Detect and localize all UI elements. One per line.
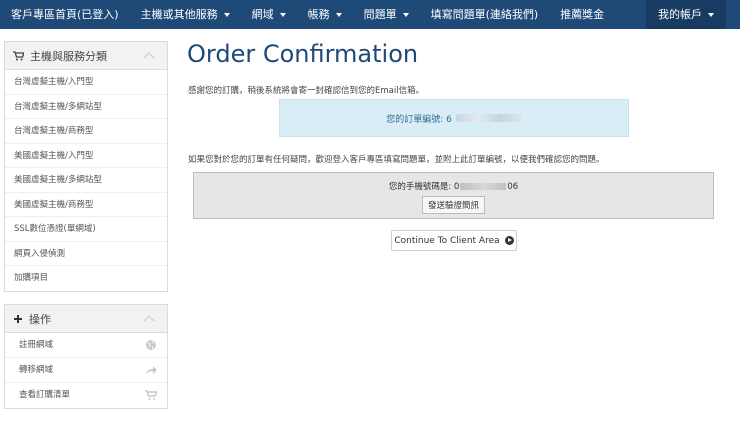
categories-panel-title: 主機與服務分類 bbox=[30, 49, 107, 63]
nav-client-home-label: 客戶專區首頁(已登入) bbox=[11, 8, 119, 21]
plus-icon bbox=[14, 314, 22, 323]
cart-icon bbox=[13, 50, 24, 60]
top-navbar: 客戶專區首頁(已登入) 主機或其他服務 網域 帳務 問題單 填寫問題單(連絡我們… bbox=[0, 0, 740, 29]
order-number-box: 您的訂單編號: 6 bbox=[279, 99, 629, 137]
cart-icon bbox=[145, 390, 157, 400]
nav-client-home[interactable]: 客戶專區首頁(已登入) bbox=[0, 0, 130, 29]
nav-hosting-label: 主機或其他服務 bbox=[140, 8, 218, 21]
sidebar-action-register-domain[interactable]: 註冊網域 bbox=[5, 333, 167, 358]
nav-domains-label: 網域 bbox=[251, 8, 274, 21]
nav-hosting-services[interactable]: 主機或其他服務 bbox=[130, 0, 241, 29]
sidebar-item-tw-basic[interactable]: 台灣虛擬主機/入門型 bbox=[5, 70, 167, 95]
actions-panel-title: 操作 bbox=[29, 312, 51, 326]
nav-domains[interactable]: 網域 bbox=[241, 0, 297, 29]
order-number-label: 您的訂單編號: 6 bbox=[386, 114, 452, 125]
nav-tickets[interactable]: 問題單 bbox=[353, 0, 420, 29]
sidebar-item-us-basic[interactable]: 美國虛擬主機/入門型 bbox=[5, 144, 167, 168]
page-title: Order Confirmation bbox=[187, 40, 419, 68]
caret-down-icon bbox=[708, 13, 714, 17]
register-domain-label: 註冊網域 bbox=[19, 340, 54, 350]
question-message: 如果您對於您的訂單有任何疑問，歡迎登入客戶專區填寫問題單，並附上此訂單編號，以便… bbox=[188, 155, 605, 165]
nav-account-label: 我的帳戶 bbox=[658, 8, 702, 21]
chevron-up-icon[interactable] bbox=[143, 314, 155, 327]
globe-icon bbox=[146, 340, 156, 350]
arrow-circle-right-icon bbox=[504, 236, 514, 245]
sidebar-item-intrusion-detection[interactable]: 網頁入侵偵測 bbox=[5, 242, 167, 266]
caret-down-icon bbox=[279, 13, 286, 17]
share-arrow-icon bbox=[146, 366, 157, 374]
actions-panel-header[interactable]: 操作 bbox=[5, 305, 167, 333]
chevron-up-icon[interactable] bbox=[143, 51, 155, 64]
sidebar-action-view-cart[interactable]: 查看訂購清單 bbox=[5, 383, 167, 408]
sidebar-item-us-multisite[interactable]: 美國虛擬主機/多網站型 bbox=[5, 168, 167, 193]
caret-down-icon bbox=[335, 13, 342, 17]
redacted-phone-number bbox=[460, 183, 507, 190]
nav-affiliates-label: 推薦獎金 bbox=[560, 8, 605, 21]
continue-to-client-area-button[interactable]: Continue To Client Area bbox=[391, 230, 517, 251]
actions-panel: 操作 註冊網域 轉移網域 查看訂購清單 bbox=[4, 304, 168, 409]
phone-label-prefix: 您的手機號碼是: 0 bbox=[388, 182, 460, 192]
nav-affiliates[interactable]: 推薦獎金 bbox=[549, 0, 615, 29]
phone-verification-box: 您的手機號碼是: 0 06 發送驗證簡訊 bbox=[193, 172, 714, 219]
sidebar-item-us-business[interactable]: 美國虛擬主機/商務型 bbox=[5, 193, 167, 217]
view-cart-label: 查看訂購清單 bbox=[19, 390, 71, 400]
send-sms-button[interactable]: 發送驗證簡訊 bbox=[421, 196, 485, 214]
sidebar-item-ssl[interactable]: SSL數位憑證(單網域) bbox=[5, 217, 167, 242]
phone-label-suffix: 06 bbox=[507, 182, 519, 192]
thanks-message: 感謝您的訂購，稍後系統將會寄一封確認信到您的Email信箱。 bbox=[188, 86, 425, 96]
caret-down-icon bbox=[402, 13, 409, 17]
nav-billing[interactable]: 帳務 bbox=[297, 0, 353, 29]
sidebar-item-tw-business[interactable]: 台灣虛擬主機/商務型 bbox=[5, 119, 167, 144]
nav-tickets-label: 問題單 bbox=[363, 8, 397, 21]
nav-open-ticket-label: 填寫問題單(連絡我們) bbox=[430, 8, 539, 21]
redacted-order-number bbox=[455, 114, 522, 122]
transfer-domain-label: 轉移網域 bbox=[19, 365, 54, 375]
continue-button-label: Continue To Client Area bbox=[394, 235, 500, 246]
categories-panel-header[interactable]: 主機與服務分類 bbox=[5, 42, 167, 70]
nav-billing-label: 帳務 bbox=[307, 8, 330, 21]
sidebar-action-transfer-domain[interactable]: 轉移網域 bbox=[5, 358, 167, 383]
caret-down-icon bbox=[223, 13, 230, 17]
phone-number-line: 您的手機號碼是: 0 06 bbox=[194, 180, 713, 192]
nav-open-ticket[interactable]: 填寫問題單(連絡我們) bbox=[420, 0, 550, 29]
sidebar-item-tw-multisite[interactable]: 台灣虛擬主機/多網站型 bbox=[5, 95, 167, 119]
categories-panel: 主機與服務分類 台灣虛擬主機/入門型 台灣虛擬主機/多網站型 台灣虛擬主機/商務… bbox=[4, 41, 168, 292]
nav-my-account[interactable]: 我的帳戶 bbox=[646, 0, 726, 29]
sidebar-item-addons[interactable]: 加購項目 bbox=[5, 266, 167, 291]
